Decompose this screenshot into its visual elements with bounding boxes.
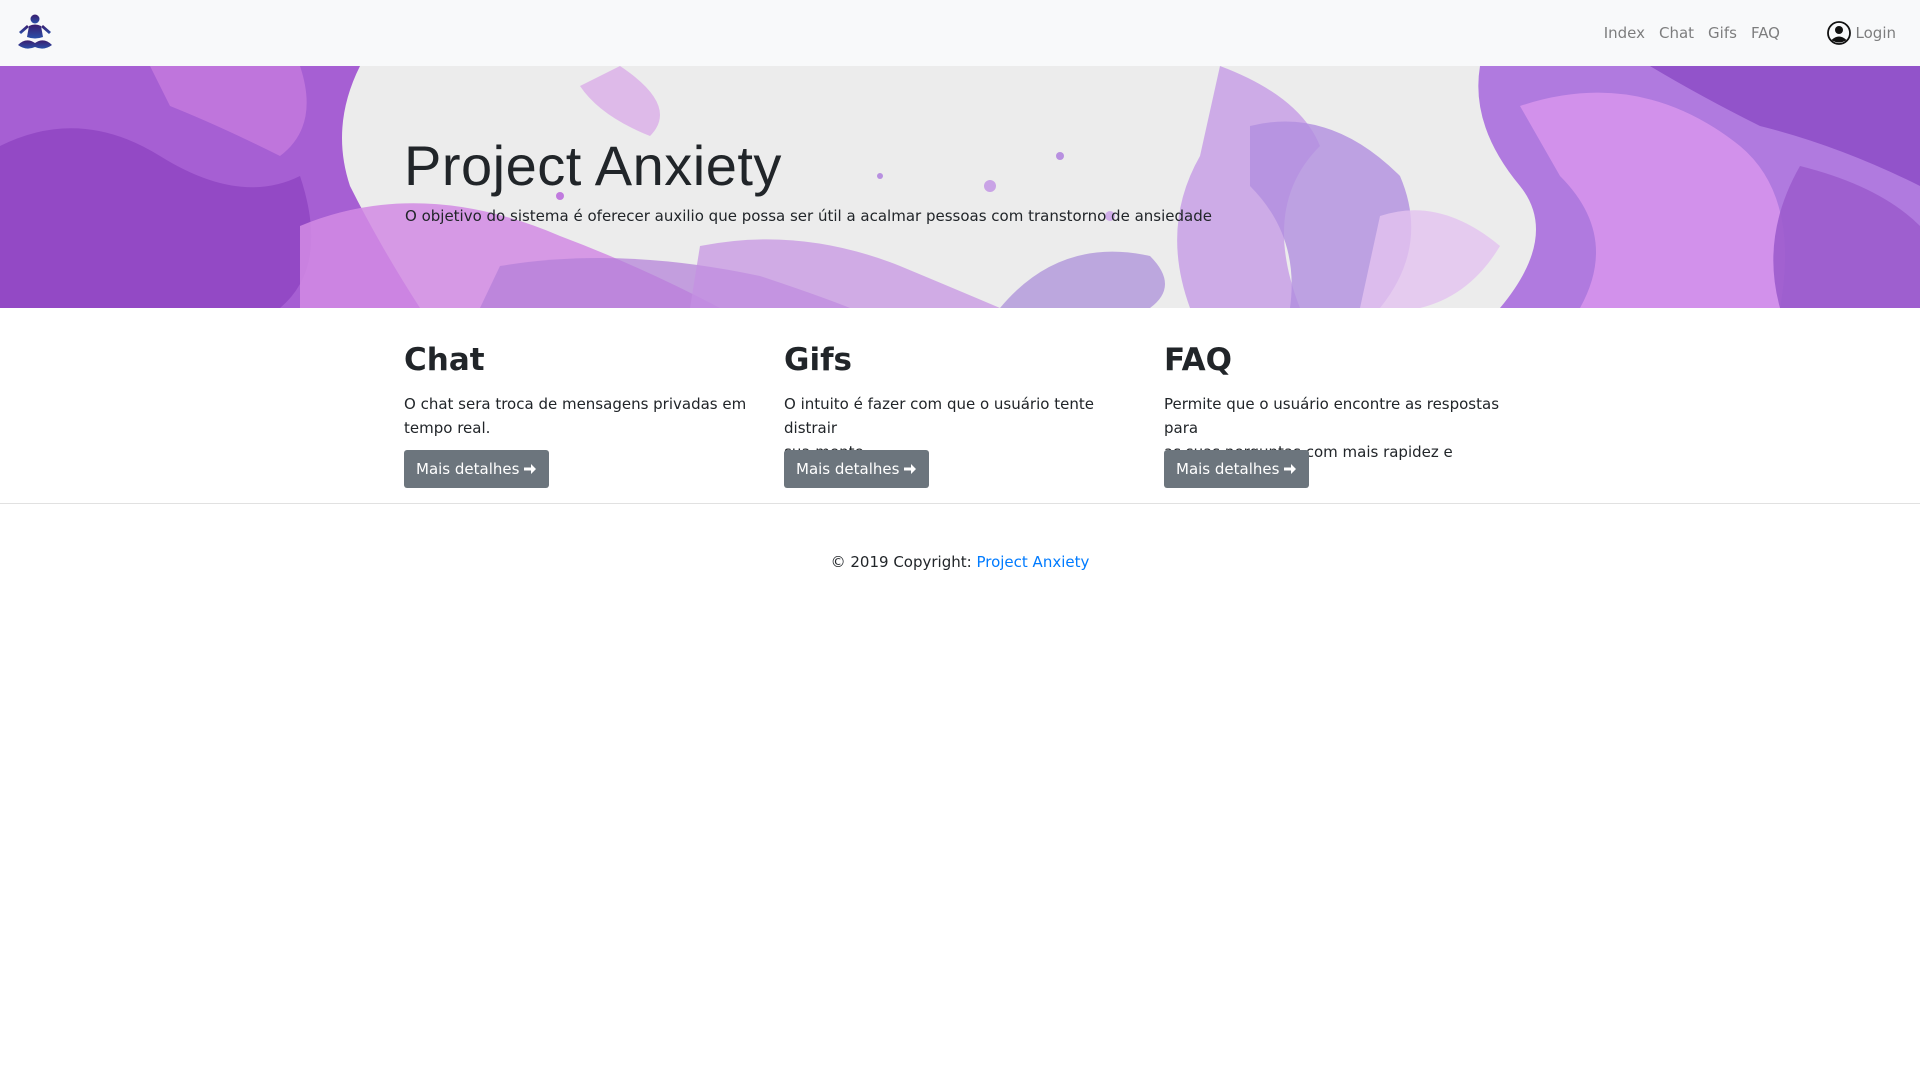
- feature-title: FAQ: [1164, 342, 1232, 378]
- faq-details-button[interactable]: Mais detalhes: [1164, 450, 1310, 488]
- navbar: Index Chat Gifs FAQ Login: [0, 0, 1920, 66]
- footer-link[interactable]: Project Anxiety: [976, 553, 1089, 571]
- login-link[interactable]: Login: [1826, 0, 1896, 66]
- chat-details-button[interactable]: Mais detalhes: [404, 450, 550, 488]
- meditation-person-icon[interactable]: [16, 13, 54, 53]
- arrow-right-icon: [524, 464, 537, 474]
- nav-links: Index Chat Gifs FAQ: [1604, 0, 1790, 66]
- arrow-right-icon: [1284, 464, 1297, 474]
- hero-lead: O objetivo do sistema é oferecer auxilio…: [405, 207, 1212, 225]
- feature-text-line: Permite que o usuário encontre as respos…: [1164, 395, 1500, 437]
- hero-banner: Project Anxiety O objetivo do sistema é …: [0, 66, 1920, 308]
- feature-text-line: O intuito é fazer com que o usuário tent…: [784, 395, 1094, 437]
- feature-text: O chat sera troca de mensagens privadas …: [404, 392, 754, 440]
- footer: © 2019 Copyright: Project Anxiety: [0, 553, 1920, 571]
- user-circle-icon: [1826, 21, 1851, 45]
- feature-gifs: Gifs O intuito é fazer com que o usuário…: [784, 340, 1134, 464]
- feature-text-line: tempo real.: [404, 419, 491, 437]
- button-label: Mais detalhes: [416, 460, 520, 478]
- login-label: Login: [1855, 24, 1896, 42]
- feature-chat: Chat O chat sera troca de mensagens priv…: [404, 340, 754, 440]
- nav-link-chat[interactable]: Chat: [1659, 24, 1704, 42]
- page-title: Project Anxiety: [404, 134, 782, 197]
- gifs-details-button[interactable]: Mais detalhes: [784, 450, 930, 488]
- nav-link-gifs[interactable]: Gifs: [1708, 24, 1747, 42]
- divider: [0, 503, 1920, 504]
- features: Chat O chat sera troca de mensagens priv…: [404, 340, 1544, 490]
- watercolor-background: [0, 66, 1920, 308]
- button-label: Mais detalhes: [796, 460, 900, 478]
- feature-text-line: O chat sera troca de mensagens privadas …: [404, 395, 747, 413]
- arrow-right-icon: [904, 464, 917, 474]
- nav-link-index[interactable]: Index: [1604, 24, 1655, 42]
- feature-title: Chat: [404, 342, 485, 378]
- feature-title: Gifs: [784, 342, 853, 378]
- nav-link-faq[interactable]: FAQ: [1751, 24, 1790, 42]
- button-label: Mais detalhes: [1176, 460, 1280, 478]
- copyright-text: © 2019 Copyright:: [830, 553, 972, 571]
